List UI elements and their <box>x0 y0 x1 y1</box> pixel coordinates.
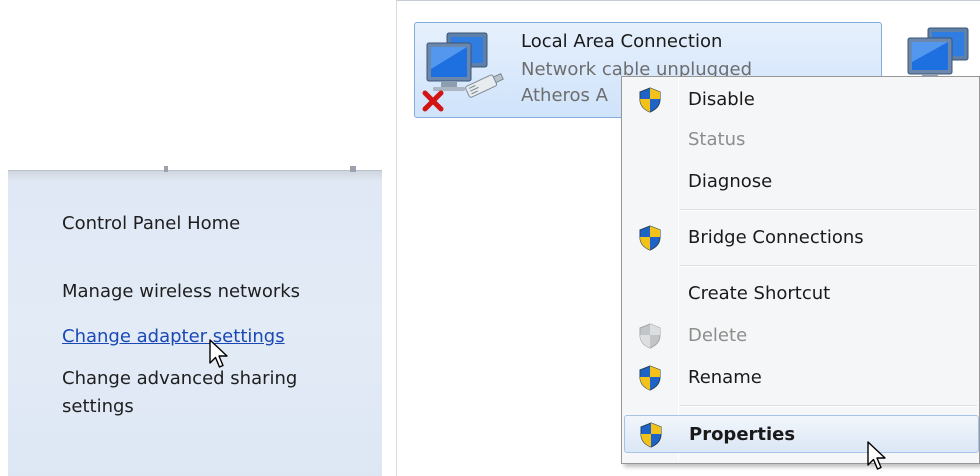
control-panel-task-pane: Control Panel Home Manage wireless netwo… <box>8 166 382 476</box>
menu-item-label: Diagnose <box>688 171 773 192</box>
clipped-text-fragment <box>164 166 168 172</box>
uac-shield-icon <box>639 365 661 391</box>
menu-item-label: Bridge Connections <box>688 227 864 248</box>
menu-item-properties[interactable]: Properties <box>624 415 979 453</box>
menu-separator <box>680 209 977 211</box>
uac-shield-icon <box>639 87 661 113</box>
pane-divider <box>8 166 382 182</box>
menu-item-bridge-connections[interactable]: Bridge Connections <box>624 219 979 257</box>
menu-item-delete[interactable]: Delete <box>624 317 979 355</box>
menu-item-label: Properties <box>689 424 796 445</box>
menu-item-label: Rename <box>688 367 762 388</box>
menu-item-create-shortcut[interactable]: Create Shortcut <box>624 275 979 313</box>
menu-item-label: Disable <box>688 89 755 110</box>
menu-item-disable[interactable]: Disable <box>624 81 979 119</box>
uac-shield-icon <box>639 225 661 251</box>
uac-shield-icon <box>639 323 661 349</box>
change-adapter-settings-link[interactable]: Change adapter settings <box>62 325 285 349</box>
clipped-text-fragment <box>350 166 356 172</box>
menu-item-status[interactable]: Status <box>624 121 979 159</box>
mouse-cursor-icon <box>209 339 228 368</box>
menu-item-label: Status <box>688 129 746 150</box>
adapter-device-name: Atheros A <box>521 85 608 106</box>
menu-separator <box>680 265 977 267</box>
menu-separator <box>680 405 977 407</box>
control-panel-home-link[interactable]: Control Panel Home <box>62 212 240 236</box>
mouse-cursor-icon <box>867 441 886 470</box>
adapter-context-menu: Disable Status Diagnose Bridge Connectio… <box>621 76 980 464</box>
red-x-icon <box>422 90 444 112</box>
adapter-name: Local Area Connection <box>521 31 723 52</box>
menu-item-diagnose[interactable]: Diagnose <box>624 163 979 201</box>
change-advanced-sharing-settings-link-line2[interactable]: settings <box>62 395 134 419</box>
menu-item-label: Create Shortcut <box>688 283 831 304</box>
menu-item-rename[interactable]: Rename <box>624 359 979 397</box>
menu-item-label: Delete <box>688 325 748 346</box>
change-advanced-sharing-settings-link[interactable]: Change advanced sharing <box>62 367 297 391</box>
uac-shield-icon <box>640 422 662 448</box>
manage-wireless-networks-link[interactable]: Manage wireless networks <box>62 280 300 304</box>
